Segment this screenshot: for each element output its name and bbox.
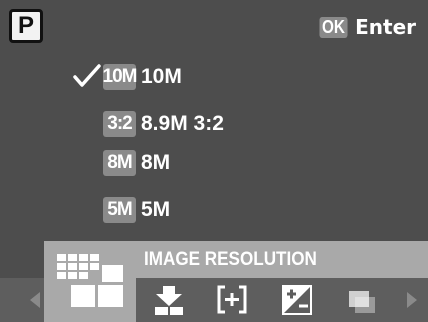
download-icon[interactable] <box>152 283 186 317</box>
enter-label: Enter <box>355 15 416 39</box>
left-arrow-icon[interactable] <box>26 288 46 312</box>
size-label-5m: 5M <box>141 198 171 221</box>
checkmark-icon <box>73 64 101 87</box>
focus-area-icon[interactable] <box>215 283 249 317</box>
image-resolution-icon[interactable] <box>56 253 124 309</box>
ok-chip[interactable]: OK <box>319 16 348 38</box>
size-label-10m: 10M <box>141 65 182 88</box>
camera-menu-screen: P OK Enter 10M 10M 3:2 8.9M 3:2 8M 8M 5M… <box>0 0 428 322</box>
mode-p-badge: P <box>9 9 43 43</box>
size-label-3-2: 8.9M 3:2 <box>141 112 224 135</box>
size-label-8m: 8M <box>141 151 171 174</box>
size-chip-3-2: 3:2 <box>103 111 136 137</box>
menu-title: IMAGE RESOLUTION <box>144 248 317 270</box>
ok-enter-hint[interactable]: OK Enter <box>317 15 416 39</box>
drive-mode-icon[interactable] <box>345 283 379 317</box>
right-arrow-icon[interactable] <box>401 288 421 312</box>
menu-title-bar: IMAGE RESOLUTION <box>136 241 428 278</box>
size-chip-5m: 5M <box>103 197 136 223</box>
size-chip-10m: 10M <box>103 64 137 90</box>
size-chip-8m: 8M <box>103 150 136 176</box>
exposure-compensation-icon[interactable] <box>280 283 314 317</box>
mode-label: P <box>17 12 34 39</box>
